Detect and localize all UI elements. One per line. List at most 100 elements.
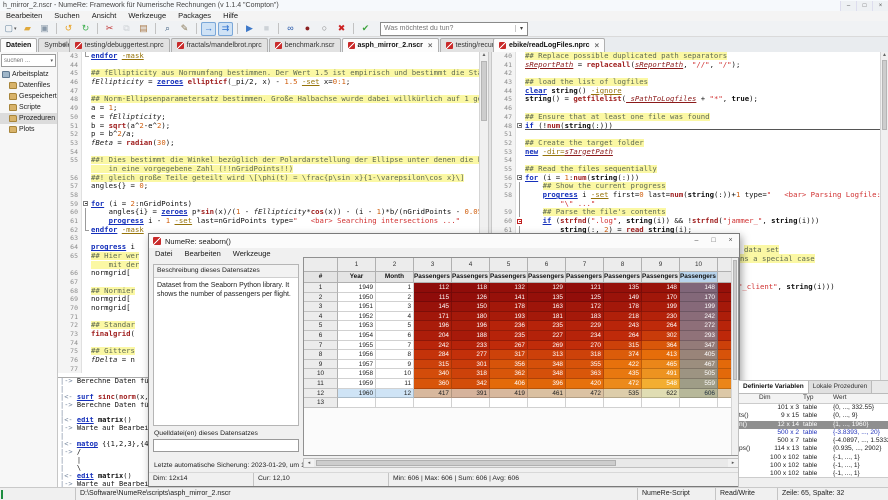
grid-cell[interactable]: 230 [642, 311, 680, 322]
variable-row[interactable]: 500 x 2 table {-3.8393, ..., 20} [739, 429, 888, 437]
grid-cell[interactable]: 301 [452, 359, 490, 370]
menu-bearbeiten[interactable]: Bearbeiten [0, 11, 48, 21]
grid-cell[interactable]: 548 [642, 378, 680, 389]
grid-cell[interactable]: 1949 [338, 283, 376, 293]
grid-cell[interactable]: 318 [452, 369, 490, 379]
grid-cell[interactable]: 233 [452, 340, 490, 351]
grid-cell[interactable]: 129 [528, 283, 566, 293]
undo-button[interactable]: ↺ [61, 22, 76, 36]
grid-cell[interactable]: 132 [490, 283, 528, 293]
grid-cell[interactable]: 141 [490, 292, 528, 303]
grid-column-number[interactable]: 7 [566, 258, 604, 272]
grid-cell[interactable]: 362 [490, 369, 528, 379]
grid-cell[interactable]: 235 [490, 330, 528, 341]
sidebar-item-prozeduren[interactable]: Prozeduren [0, 113, 57, 124]
table-window-menu-bearbeiten[interactable]: Bearbeiten [179, 249, 227, 259]
grid-cell[interactable]: 1957 [338, 359, 376, 370]
table-row[interactable]: 13 [304, 398, 733, 408]
grid-cell[interactable]: 178 [604, 302, 642, 312]
grid-cell[interactable]: 302 [642, 330, 680, 341]
variable-row[interactable]: 100 x 102 table {-1, ..., 1} [739, 462, 888, 470]
fold-marker[interactable] [516, 217, 525, 226]
debug-step-button[interactable]: ⇉ [218, 21, 233, 36]
grid-cell[interactable]: 284 [414, 350, 452, 360]
grid-cell[interactable]: 170 [680, 292, 718, 303]
editor-tab[interactable]: benchmark.nscr [268, 38, 341, 52]
editor-tab[interactable]: fractals/mandelbrot.nprc [170, 38, 268, 52]
save-button[interactable]: ▣ [37, 22, 52, 36]
grid-cell[interactable]: 5 [376, 321, 414, 331]
scroll-left-icon[interactable]: ◂ [304, 459, 314, 467]
grid-column-header[interactable]: Passengers M [490, 272, 528, 283]
table-row[interactable]: 10195810340318362348363435491505404 [304, 369, 733, 379]
grid-cell[interactable]: 199 [680, 302, 718, 312]
grid-cell[interactable]: 118 [452, 283, 490, 293]
editor-tab[interactable]: testing/debuggertest.nprc [68, 38, 170, 52]
variable-row[interactable]: ts() 9 x 15 table {0, ..., 9} [739, 412, 888, 420]
table-row[interactable]: 11195911360342406396420472548559463 [304, 378, 733, 389]
grid-cell[interactable]: 12 [304, 388, 338, 399]
grid-cell[interactable]: 317 [490, 350, 528, 360]
grid-column-number[interactable]: 2 [376, 258, 414, 272]
grid-cell[interactable]: 135 [604, 283, 642, 293]
grid-column-header[interactable]: Passengers Ju [604, 272, 642, 283]
table-window-menu-werkzeuge[interactable]: Werkzeuge [227, 249, 277, 259]
grid-cell[interactable]: 126 [452, 292, 490, 303]
grid-cell[interactable]: 465 [642, 359, 680, 370]
assistant-combo[interactable]: ▾ [380, 21, 528, 36]
grid-cell[interactable]: 242 [680, 311, 718, 322]
paste-button[interactable]: ▤ [136, 22, 151, 36]
grid-cell[interactable]: 467 [680, 359, 718, 370]
grid-cell[interactable]: 11 [304, 378, 338, 389]
grid-cell[interactable]: 1954 [338, 330, 376, 341]
grid-cell[interactable]: 150 [452, 302, 490, 312]
grid-cell[interactable]: 172 [566, 302, 604, 312]
grid-cell[interactable]: 204 [414, 330, 452, 341]
grid-cell[interactable]: 472 [604, 378, 642, 389]
grid-cell[interactable]: 267 [490, 340, 528, 351]
grid-cell[interactable]: 413 [642, 350, 680, 360]
maximize-icon[interactable]: □ [856, 0, 872, 11]
grid-cell[interactable]: 1958 [338, 369, 376, 379]
run-button[interactable]: ▶ [242, 22, 257, 36]
grid-cell[interactable]: 1953 [338, 321, 376, 331]
grid-cell[interactable]: 264 [604, 330, 642, 341]
grid-cell[interactable]: 183 [566, 311, 604, 322]
variables-scrollbar[interactable] [739, 477, 888, 487]
scrollbar-thumb[interactable] [733, 260, 737, 380]
grid-cell[interactable] [376, 398, 414, 408]
grid-column-header[interactable]: Passengers Ju [642, 272, 680, 283]
copy-button[interactable]: ⧉ [119, 22, 134, 36]
table-row[interactable]: 219502115126141135125149170170158 [304, 292, 733, 303]
grid-cell[interactable]: 10 [304, 369, 338, 379]
grid-cell[interactable]: 2 [376, 292, 414, 303]
variable-row[interactable]: 500 x 7 table {-4.0897, ..., 1.5332 [739, 437, 888, 445]
table-window-menu-datei[interactable]: Datei [149, 249, 179, 259]
grid-cell[interactable] [452, 398, 490, 408]
grid-column-header[interactable]: # [304, 272, 338, 283]
grid-horizontal-scrollbar[interactable]: ◂ ▸ [303, 458, 739, 468]
menu-packages[interactable]: Packages [172, 11, 217, 21]
table-window-titlebar[interactable]: NumeRe: seaborn() – □ × [149, 234, 739, 249]
fold-marker[interactable] [82, 200, 91, 209]
menu-suchen[interactable]: Suchen [48, 11, 85, 21]
grid-cell[interactable]: 348 [528, 369, 566, 379]
fold-marker[interactable] [516, 174, 525, 183]
scroll-right-icon[interactable]: ▸ [728, 459, 738, 467]
editor-tab[interactable]: ebike/readLogFiles.nprc × [493, 38, 606, 52]
grid-cell[interactable]: 4 [304, 311, 338, 322]
grid-cell[interactable]: 356 [490, 359, 528, 370]
table-row[interactable]: 12196012417391419461472535622606508 [304, 388, 733, 399]
grid-column-number[interactable]: 5 [490, 258, 528, 272]
maximize-icon[interactable]: □ [705, 235, 722, 247]
grid-column-number[interactable]: 9 [642, 258, 680, 272]
abort-button[interactable]: ✖ [334, 22, 349, 36]
grid-cell[interactable]: 1960 [338, 388, 376, 399]
grid-cell[interactable]: 293 [680, 330, 718, 341]
grid-cell[interactable]: 180 [452, 311, 490, 322]
grid-cell[interactable] [642, 398, 680, 408]
grid-cell[interactable]: 242 [414, 340, 452, 351]
grid-column-header[interactable]: Passengers Au [680, 272, 718, 283]
grid-cell[interactable]: 234 [566, 330, 604, 341]
grid-cell[interactable]: 313 [528, 350, 566, 360]
